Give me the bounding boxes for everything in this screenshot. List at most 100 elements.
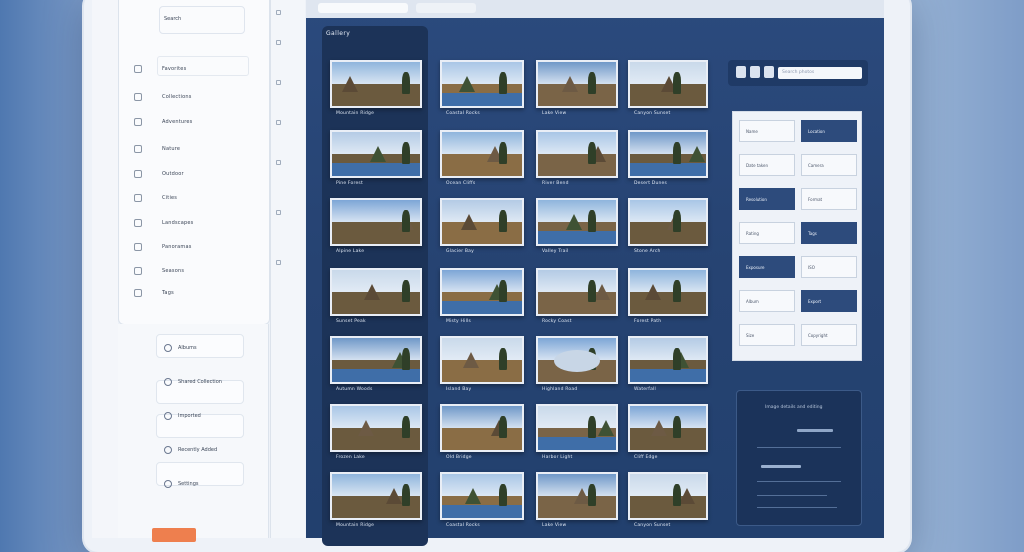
panel-row-label: Recently Added	[178, 447, 218, 453]
photo-caption: Cliff Edge	[634, 455, 658, 460]
photo-thumbnail[interactable]	[536, 404, 618, 452]
sidebar-item-label[interactable]: Tags	[162, 290, 174, 296]
form-field-left[interactable]: Resolution	[739, 188, 795, 210]
form-field-right[interactable]: ISO	[801, 256, 857, 278]
radio-icon[interactable]	[164, 480, 172, 488]
filter-icon[interactable]	[764, 66, 774, 78]
tool-icon[interactable]	[276, 160, 281, 165]
form-field-left[interactable]: Size	[739, 324, 795, 346]
photo-thumbnail[interactable]	[628, 198, 708, 246]
toolbar: Search photos	[728, 60, 868, 86]
photo-thumbnail[interactable]	[536, 130, 618, 178]
tool-icon[interactable]	[276, 260, 281, 265]
photo-thumbnail[interactable]	[330, 472, 422, 520]
form-field-right[interactable]: Location	[801, 120, 857, 142]
photo-thumbnail[interactable]	[330, 198, 422, 246]
compass-icon	[134, 118, 142, 126]
photo-thumbnail[interactable]	[330, 268, 422, 316]
top-bar	[306, 0, 884, 18]
tool-icon[interactable]	[276, 10, 281, 15]
panel-row-label: Albums	[178, 345, 197, 351]
photo-thumbnail[interactable]	[628, 404, 708, 452]
radio-icon[interactable]	[164, 412, 172, 420]
photo-thumbnail[interactable]	[330, 404, 422, 452]
form-field-right[interactable]: Format	[801, 188, 857, 210]
sidebar-item-label[interactable]: Favorites	[162, 66, 186, 72]
tool-icon[interactable]	[276, 210, 281, 215]
photo-thumbnail[interactable]	[440, 336, 524, 384]
thumbnail-tree	[402, 280, 410, 302]
sidebar-item-label[interactable]: Nature	[162, 146, 180, 152]
tool-icon[interactable]	[276, 80, 281, 85]
form-field-left[interactable]: Exposure	[739, 256, 795, 278]
radio-icon[interactable]	[164, 344, 172, 352]
form-field-left[interactable]: Album	[739, 290, 795, 312]
photo-caption: Autumn Woods	[336, 387, 373, 392]
sidebar-item-label[interactable]: Collections	[162, 94, 192, 100]
sidebar-item-label[interactable]: Landscapes	[162, 220, 193, 226]
info-slider[interactable]	[761, 465, 801, 468]
sidebar-item-label[interactable]: Cities	[162, 195, 177, 201]
form-field-right[interactable]: Export	[801, 290, 857, 312]
tool-icon[interactable]	[276, 120, 281, 125]
form-field-left[interactable]: Rating	[739, 222, 795, 244]
tool-strip	[270, 0, 305, 538]
photo-thumbnail[interactable]	[440, 198, 524, 246]
thumbnail-tree	[402, 142, 410, 164]
sidebar-search-box[interactable]: Search	[159, 6, 245, 34]
thumbnail-rock	[651, 420, 667, 436]
form-field-label: Location	[808, 129, 825, 134]
photo-thumbnail[interactable]	[440, 268, 524, 316]
form-field-right[interactable]: Camera	[801, 154, 857, 176]
photo-thumbnail[interactable]	[330, 130, 422, 178]
sidebar-item-label[interactable]: Outdoor	[162, 171, 184, 177]
photo-thumbnail[interactable]	[628, 130, 708, 178]
photo-thumbnail[interactable]	[536, 60, 618, 108]
photo-thumbnail[interactable]	[440, 472, 524, 520]
photo-thumbnail[interactable]	[330, 60, 422, 108]
photo-thumbnail[interactable]	[440, 60, 524, 108]
thumbnail-tree	[673, 280, 681, 302]
photo-caption: Waterfall	[634, 387, 656, 392]
photo-thumbnail[interactable]	[440, 404, 524, 452]
form-field-right[interactable]: Copyright	[801, 324, 857, 346]
list-view-icon[interactable]	[750, 66, 760, 78]
form-field-label: Camera	[808, 163, 824, 168]
primary-action-button[interactable]	[152, 528, 196, 542]
sidebar-item-label[interactable]: Panoramas	[162, 244, 192, 250]
form-field-label: Album	[746, 299, 759, 304]
tab[interactable]	[416, 3, 476, 13]
sidebar-item-label[interactable]: Seasons	[162, 268, 184, 274]
thumbnail-water	[442, 504, 522, 518]
photo-thumbnail[interactable]	[628, 336, 708, 384]
info-title: Image details and editing	[765, 405, 823, 410]
photo-thumbnail[interactable]	[536, 198, 618, 246]
sidebar-item-label[interactable]: Adventures	[162, 119, 192, 125]
thumbnail-tree	[402, 416, 410, 438]
photo-thumbnail[interactable]	[628, 268, 708, 316]
photo-thumbnail[interactable]	[440, 130, 524, 178]
thumbnail-rock	[562, 76, 578, 92]
thumbnail-tree	[673, 142, 681, 164]
thumbnail-tree	[588, 142, 596, 164]
form-field-right[interactable]: Tags	[801, 222, 857, 244]
grid-view-icon[interactable]	[736, 66, 746, 78]
tool-icon[interactable]	[276, 40, 281, 45]
tab-active[interactable]	[318, 3, 408, 13]
photo-thumbnail[interactable]	[536, 268, 618, 316]
photo-caption: Stone Arch	[634, 249, 661, 254]
photo-thumbnail[interactable]	[330, 336, 422, 384]
photo-thumbnail[interactable]	[536, 472, 618, 520]
star-icon	[134, 65, 142, 73]
thumbnail-rock	[689, 146, 705, 162]
search-input[interactable]: Search photos	[778, 67, 862, 79]
photo-caption: Sunset Peak	[336, 319, 366, 324]
radio-icon[interactable]	[164, 378, 172, 386]
photo-thumbnail[interactable]	[628, 60, 708, 108]
photo-thumbnail[interactable]	[628, 472, 708, 520]
photo-thumbnail[interactable]	[536, 336, 618, 384]
thumbnail-water	[630, 368, 706, 382]
form-field-left[interactable]: Date taken	[739, 154, 795, 176]
form-field-left[interactable]: Name	[739, 120, 795, 142]
radio-icon[interactable]	[164, 446, 172, 454]
